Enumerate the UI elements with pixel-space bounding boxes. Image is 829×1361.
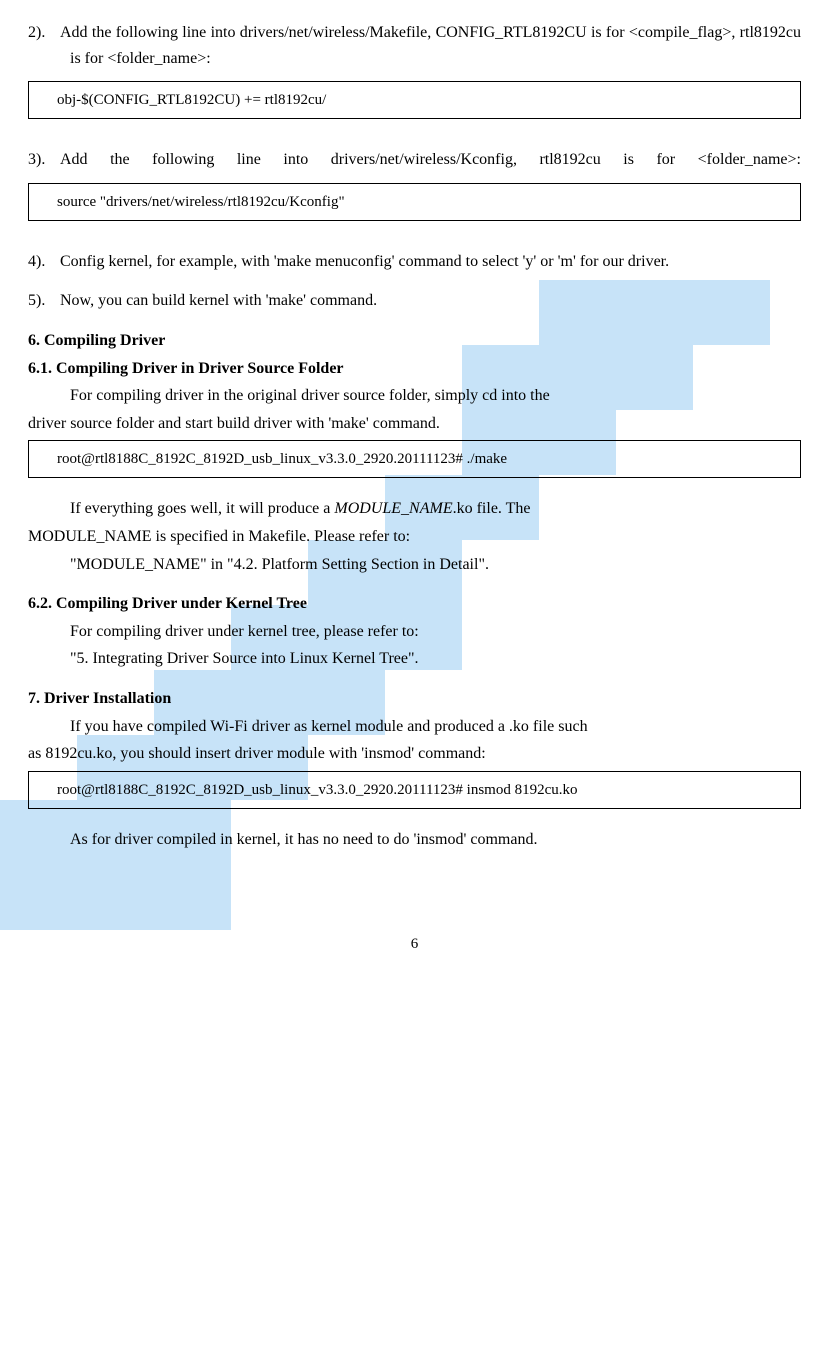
sec6-1-p3a: If everything goes well, it will produce… bbox=[70, 500, 334, 517]
step-5-text: Now, you can build kernel with 'make' co… bbox=[60, 292, 377, 309]
sec6-1-p1: For compiling driver in the original dri… bbox=[28, 383, 801, 409]
module-name-italic: MODULE_NAME bbox=[334, 500, 452, 517]
code-box-insmod: root@rtl8188C_8192C_8192D_usb_linux_v3.3… bbox=[28, 771, 801, 809]
sec7-p1: If you have compiled Wi-Fi driver as ker… bbox=[28, 714, 801, 740]
section-7-title: 7. Driver Installation bbox=[28, 686, 801, 712]
sec6-1-p3: If everything goes well, it will produce… bbox=[28, 496, 801, 522]
section-6-1-title: 6.1. Compiling Driver in Driver Source F… bbox=[28, 356, 801, 382]
step-4: 4).Config kernel, for example, with 'mak… bbox=[28, 249, 801, 275]
sec6-1-p3c: .ko file. The bbox=[453, 500, 531, 517]
sec6-1-p2: driver source folder and start build dri… bbox=[28, 411, 801, 437]
step-4-text: Config kernel, for example, with 'make m… bbox=[60, 253, 669, 270]
sec7-p2: as 8192cu.ko, you should insert driver m… bbox=[28, 741, 801, 767]
sec6-2-p2: "5. Integrating Driver Source into Linux… bbox=[28, 646, 801, 672]
step-3: 3).Add the following line into drivers/n… bbox=[28, 147, 801, 173]
step-4-num: 4). bbox=[28, 249, 60, 275]
code-box-kconfig: source "drivers/net/wireless/rtl8192cu/K… bbox=[28, 183, 801, 221]
page-number: 6 bbox=[28, 932, 801, 956]
step-2: 2).Add the following line into drivers/n… bbox=[28, 20, 801, 71]
step-2-num: 2). bbox=[28, 20, 60, 46]
sec7-p3: As for driver compiled in kernel, it has… bbox=[28, 827, 801, 853]
code-box-make: root@rtl8188C_8192C_8192D_usb_linux_v3.3… bbox=[28, 440, 801, 478]
step-3-text: Add the following line into drivers/net/… bbox=[60, 151, 801, 168]
sec6-1-p4: MODULE_NAME is specified in Makefile. Pl… bbox=[28, 524, 801, 550]
step-2-text: Add the following line into drivers/net/… bbox=[60, 24, 801, 67]
step-5: 5).Now, you can build kernel with 'make'… bbox=[28, 288, 801, 314]
step-5-num: 5). bbox=[28, 288, 60, 314]
sec6-1-p5: "MODULE_NAME" in "4.2. Platform Setting … bbox=[28, 552, 801, 578]
section-6-2-title: 6.2. Compiling Driver under Kernel Tree bbox=[28, 591, 801, 617]
sec6-2-p1: For compiling driver under kernel tree, … bbox=[28, 619, 801, 645]
section-6-title: 6. Compiling Driver bbox=[28, 328, 801, 354]
code-box-makefile: obj-$(CONFIG_RTL8192CU) += rtl8192cu/ bbox=[28, 81, 801, 119]
step-3-num: 3). bbox=[28, 147, 60, 173]
